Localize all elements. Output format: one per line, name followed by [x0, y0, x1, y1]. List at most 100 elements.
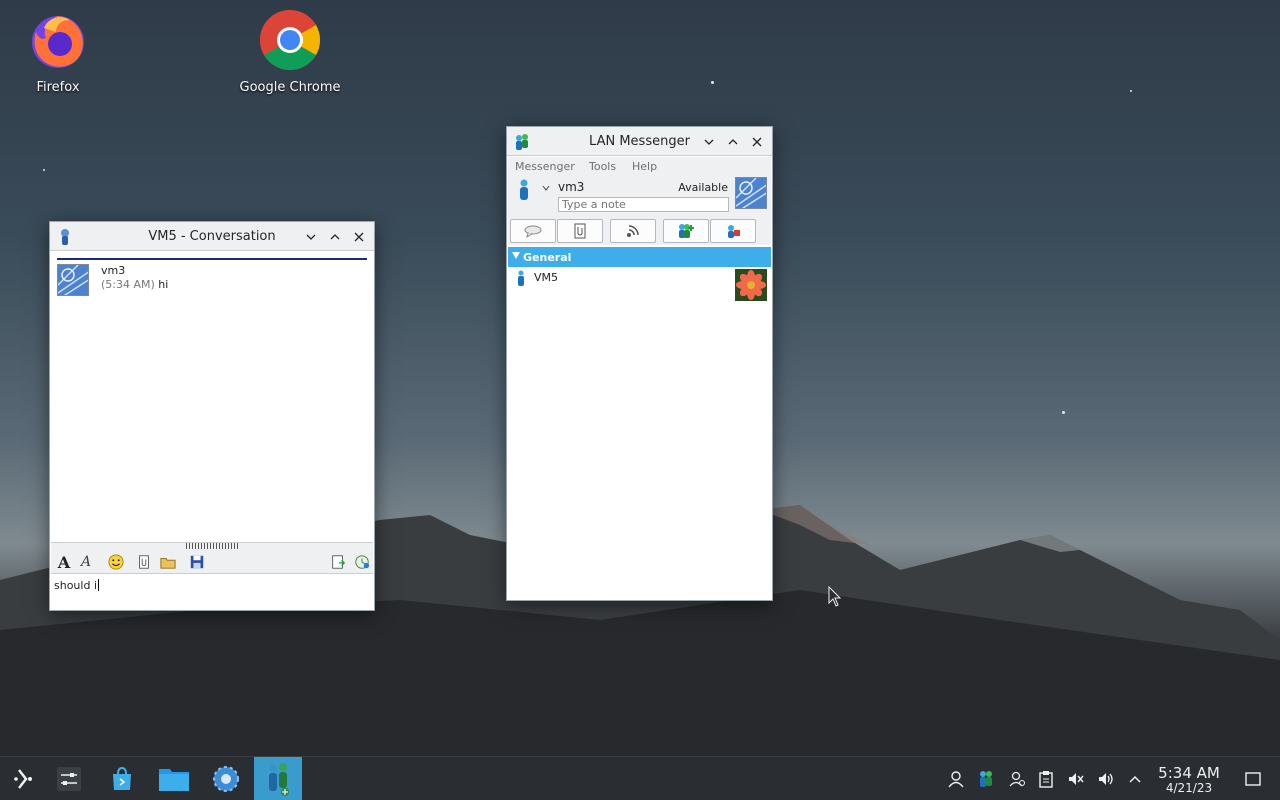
- splitter-handle[interactable]: [186, 543, 240, 549]
- tools-button[interactable]: [710, 219, 756, 243]
- taskbar: 5:34 AM 4/21/23: [0, 756, 1280, 800]
- message-input[interactable]: should i: [51, 575, 373, 609]
- message-log[interactable]: vm3 (5:34 AM) hi: [51, 252, 373, 542]
- status-dropdown-icon[interactable]: [542, 185, 550, 191]
- user-name: vm3: [558, 180, 585, 194]
- user-panel: vm3 Available: [508, 177, 771, 217]
- message-body: (5:34 AM) hi: [101, 278, 168, 291]
- application-launcher[interactable]: [0, 757, 48, 800]
- clipboard-icon: [1039, 771, 1053, 788]
- group-name: General: [523, 251, 572, 264]
- message-time: (5:34 AM): [101, 278, 155, 291]
- desktop-icon-label: Google Chrome: [239, 80, 341, 95]
- message-separator: [57, 258, 367, 260]
- mouse-cursor-icon: [828, 586, 842, 607]
- conversation-toolbar: A A: [51, 542, 373, 574]
- clock-time: 5:34 AM: [1158, 764, 1220, 782]
- send-file-icon[interactable]: [329, 553, 347, 571]
- chevron-up-icon: [1129, 775, 1141, 783]
- add-contact-icon: [679, 224, 694, 238]
- star: [1130, 90, 1132, 92]
- messenger-toolbar: [508, 217, 771, 245]
- maximize-button[interactable]: [722, 132, 744, 152]
- desktop-icon-chrome[interactable]: Google Chrome: [235, 0, 345, 95]
- message-sender: vm3: [101, 264, 126, 277]
- chat-icon: [524, 225, 542, 239]
- taskbar-settings-panel[interactable]: [45, 757, 93, 800]
- font-color-icon[interactable]: A: [77, 553, 95, 571]
- close-button[interactable]: [348, 227, 370, 247]
- tray-expand[interactable]: [1125, 769, 1145, 789]
- save-icon[interactable]: [188, 553, 206, 571]
- tray-volume[interactable]: [1096, 769, 1116, 789]
- star: [43, 169, 45, 171]
- folder-icon[interactable]: [159, 553, 177, 571]
- maximize-button[interactable]: [324, 227, 346, 247]
- close-button[interactable]: [746, 132, 768, 152]
- file-icon: [574, 223, 586, 239]
- messenger-app-icon: [61, 229, 69, 245]
- contact-name: VM5: [534, 271, 559, 284]
- tray-clipboard[interactable]: [1036, 769, 1056, 789]
- menu-tools[interactable]: Tools: [589, 160, 616, 173]
- taskbar-discover[interactable]: [98, 757, 146, 800]
- digital-clock[interactable]: 5:34 AM 4/21/23: [1150, 764, 1228, 795]
- contact-item[interactable]: VM5: [508, 267, 771, 301]
- contact-status-icon: [518, 270, 524, 286]
- file-button[interactable]: [557, 219, 603, 243]
- messenger-titlebar[interactable]: LAN Messenger: [507, 127, 772, 156]
- add-contact-button[interactable]: [663, 219, 709, 243]
- volume-icon: [1099, 773, 1113, 785]
- tray-user-status[interactable]: [1007, 769, 1027, 789]
- user-icon: [948, 771, 964, 788]
- taskbar-lan-messenger[interactable]: [254, 757, 302, 800]
- user-status[interactable]: Available: [678, 181, 728, 194]
- smiley-icon[interactable]: [107, 553, 125, 571]
- chrome-icon: [259, 9, 321, 71]
- lan-messenger-icon: [269, 763, 289, 796]
- minimize-button[interactable]: [698, 132, 720, 152]
- expand-arrow-icon: [512, 252, 520, 259]
- menu-help[interactable]: Help: [632, 160, 657, 173]
- group-header[interactable]: General: [508, 247, 771, 267]
- settings-panel-icon: [57, 767, 81, 791]
- conversation-titlebar[interactable]: VM5 - Conversation: [50, 222, 374, 251]
- user-avatar[interactable]: [735, 177, 767, 209]
- speaker-muted-icon: [1069, 773, 1084, 785]
- tools-icon: [728, 225, 740, 238]
- lan-messenger-window: LAN Messenger Messenger Tools Help vm3 A…: [506, 126, 773, 601]
- message-input-text: should i: [54, 579, 97, 592]
- star: [1062, 411, 1065, 414]
- clock-date: 4/21/23: [1165, 781, 1213, 795]
- taskbar-files[interactable]: [150, 757, 198, 800]
- history-icon[interactable]: [353, 553, 371, 571]
- user-status-icon[interactable]: [518, 179, 530, 201]
- broadcast-icon: [627, 225, 639, 237]
- system-settings-icon: [213, 766, 239, 792]
- tray-audio-muted[interactable]: [1066, 769, 1086, 789]
- minimize-button[interactable]: [300, 227, 322, 247]
- broadcast-button[interactable]: [610, 219, 656, 243]
- messenger-app-icon: [516, 134, 528, 150]
- note-input[interactable]: [558, 197, 729, 212]
- desktop-icon-label: Firefox: [36, 80, 80, 95]
- menubar: Messenger Tools Help: [508, 157, 771, 177]
- tray-lan-messenger[interactable]: [976, 769, 996, 789]
- tray-user-switcher[interactable]: [946, 769, 966, 789]
- discover-icon: [113, 766, 131, 790]
- menu-messenger[interactable]: Messenger: [515, 160, 575, 173]
- desktop-icon-firefox[interactable]: Firefox: [3, 0, 113, 95]
- show-desktop-icon: [1245, 772, 1261, 786]
- font-icon[interactable]: A: [55, 553, 73, 572]
- contact-list[interactable]: General VM5: [508, 245, 771, 599]
- attach-file-icon[interactable]: [135, 553, 153, 571]
- user-status-tray-icon: [1009, 771, 1025, 787]
- chat-button[interactable]: [510, 219, 556, 243]
- message-text: hi: [158, 278, 169, 291]
- lan-messenger-tray-icon: [980, 771, 992, 787]
- show-desktop-button[interactable]: [1243, 769, 1263, 789]
- launcher-icon: [14, 769, 32, 789]
- contact-avatar: [735, 269, 767, 301]
- text-caret: [98, 579, 99, 591]
- taskbar-system-settings[interactable]: [202, 757, 250, 800]
